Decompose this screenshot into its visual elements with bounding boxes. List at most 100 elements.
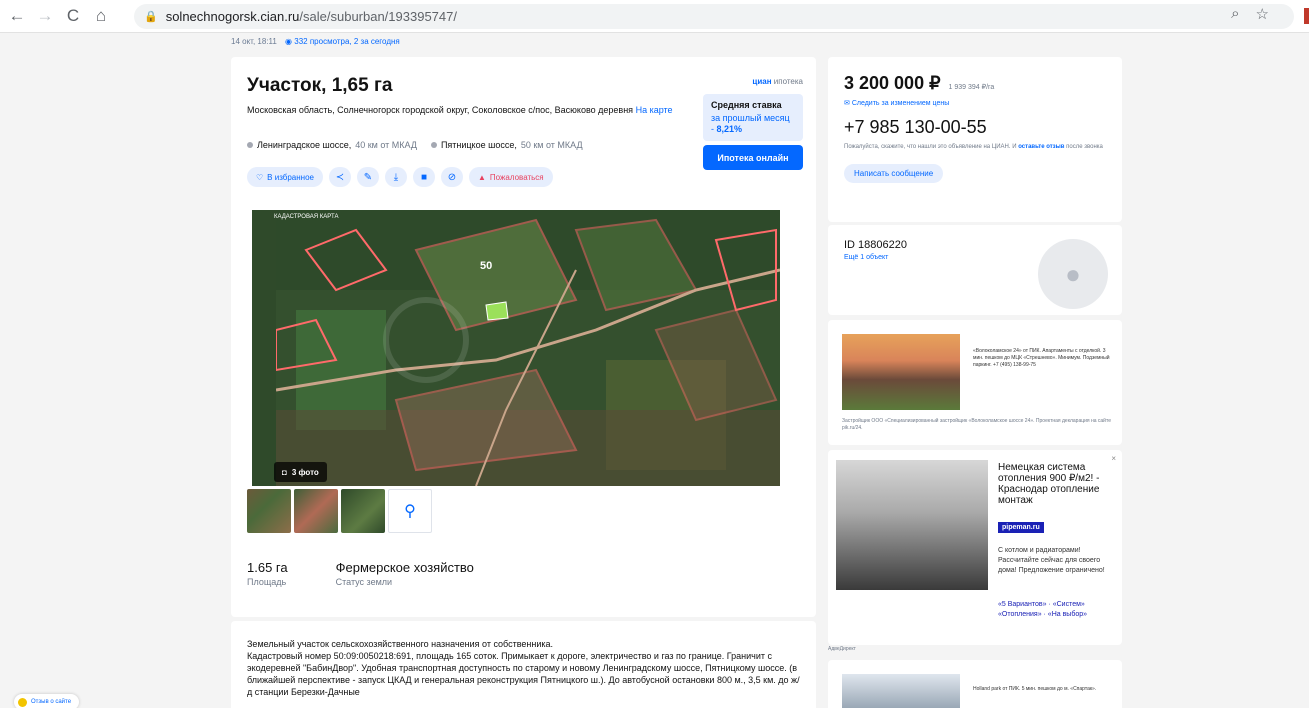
smile-icon	[18, 697, 27, 707]
write-message-button[interactable]: Написать сообщение	[844, 164, 944, 183]
forward-arrow-icon[interactable]: →	[34, 5, 56, 27]
ad-title[interactable]: Немецкая система отопления 900 ₽/м2! - К…	[998, 462, 1116, 506]
description-line: Кадастровый номер 50:09:0050218:691, пло…	[247, 651, 800, 697]
map-label: КАДАСТРОВАЯ КАРТА	[274, 214, 339, 220]
road-name: Пятницкое шоссе,	[440, 140, 517, 150]
road-name: Ленинградское шоссе,	[257, 140, 352, 150]
review-link[interactable]: оставьте отзыв	[1018, 144, 1064, 150]
listing-actions: ♡ В избранное ≺ ✎ ⤓ ■ ⊘ ▲ Пожаловаться	[247, 167, 553, 187]
download-button[interactable]: ⤓	[385, 167, 407, 187]
share-button[interactable]: ≺	[329, 167, 351, 187]
price: 3 200 000 ₽ 1 939 394 ₽/га	[844, 73, 1106, 94]
highway-icon	[247, 142, 253, 148]
ad-banner-holland-park[interactable]: Holland park от ПИК. 5 мин. пешком до м.…	[828, 660, 1122, 708]
photo-thumbnail[interactable]	[294, 489, 338, 533]
ad-body: С котлом и радиаторами! Рассчитайте сейч…	[998, 547, 1105, 574]
extension-icon[interactable]	[1304, 8, 1309, 24]
rate-title: Средняя ставка	[711, 100, 782, 110]
ad-links[interactable]: «5 Вариантов» · «Систем» «Отопления» · «…	[998, 600, 1116, 620]
address-bar[interactable]: 🔒 solnechnogorsk.cian.ru /sale/suburban/…	[134, 4, 1294, 29]
road-distance: 50 км от МКАД	[520, 140, 583, 150]
mortgage-rate-card: Средняя ставка за прошлый месяц - 8,21%	[703, 94, 803, 141]
photo-thumbnail[interactable]	[247, 489, 291, 533]
favorite-button[interactable]: ♡ В избранное	[247, 167, 323, 187]
fact-value: 1.65 га	[247, 560, 288, 575]
listing-views[interactable]: 332 просмотра, 2 за сегодня	[294, 37, 399, 46]
feedback-label: Отзыв о сайте	[31, 699, 72, 705]
phone-note-text: Пожалуйста, скажите, что нашли это объяв…	[844, 144, 1017, 150]
user-icon: ●	[1065, 258, 1081, 289]
logo-brand: циан	[752, 77, 772, 86]
ad-banner-pik[interactable]: «Волоколамское 24» от ПИК. Апартаменты с…	[828, 320, 1122, 445]
photo-count-badge[interactable]: ◘ 3 фото	[274, 462, 327, 482]
page-title: Участок, 1,65 га	[247, 75, 393, 96]
rate-percent: 8,21%	[716, 124, 743, 134]
photo-thumbnails: ⚲	[247, 489, 432, 533]
browser-toolbar: ← → C ⌂ 🔒 solnechnogorsk.cian.ru /sale/s…	[0, 0, 1309, 33]
highway-icon	[430, 142, 437, 148]
envelope-icon: ✉	[844, 100, 850, 107]
lock-icon: 🔒	[144, 11, 158, 23]
heart-icon: ♡	[256, 172, 264, 182]
phone-number[interactable]: +7 985 130-00-55	[844, 117, 1106, 138]
map-thumbnail[interactable]: ⚲	[388, 489, 432, 533]
agent-card: ID 18806220 Ещё 1 объект ●	[828, 225, 1122, 315]
fact-land-status: Фермерское хозяйство Статус земли	[336, 560, 474, 587]
share-icon: ≺	[335, 171, 345, 183]
avatar: ●	[1038, 239, 1108, 309]
photo-thumbnail[interactable]	[341, 489, 385, 533]
eye-off-icon: ⊘	[447, 171, 457, 183]
price-watch-label: Следить за изменением цены	[851, 100, 950, 107]
ad-image	[842, 334, 960, 410]
mortgage-online-button[interactable]: Ипотека онлайн	[703, 145, 803, 170]
ad-domain-badge[interactable]: pipeman.ru	[998, 522, 1044, 533]
address-text: Московская область, Солнечногорск городс…	[247, 105, 634, 115]
feedback-button[interactable]: Отзыв о сайте	[14, 694, 80, 708]
ad-footer: Застройщик ООО «Специализированный застр…	[842, 418, 1111, 431]
back-arrow-icon[interactable]: ←	[6, 5, 28, 27]
phone-note-end: после звонка	[1066, 144, 1103, 150]
listing-card: Участок, 1,65 га Московская область, Сол…	[231, 57, 816, 617]
road-item: Ленинградское шоссе, 40 км от МКАД	[247, 140, 417, 150]
price-per-unit: 1 939 394 ₽/га	[948, 84, 995, 91]
reload-icon[interactable]: C	[62, 5, 84, 27]
note-button[interactable]: ✎	[357, 167, 379, 187]
fact-area: 1.65 га Площадь	[247, 560, 288, 587]
map-pin-icon: ⚲	[404, 503, 416, 520]
listing-facts: 1.65 га Площадь Фермерское хозяйство Ста…	[247, 560, 474, 587]
listing-photo[interactable]: КАДАСТРОВАЯ КАРТА 50 ◘ 3 фото	[252, 210, 780, 486]
map-link[interactable]: На карте	[636, 105, 673, 115]
url-path: /sale/suburban/193395747/	[299, 9, 457, 24]
price-watch-link[interactable]: ✉ Следить за изменением цены	[844, 99, 1106, 107]
cian-ipoteka-logo: циан ипотека	[703, 77, 803, 86]
eye-icon: ◉	[285, 37, 293, 46]
download-icon: ⤓	[393, 171, 399, 183]
ad-source-label: АдвеДирект	[828, 646, 856, 652]
listing-date: 14 окт, 18:11	[231, 37, 277, 46]
print-button[interactable]: ■	[413, 167, 435, 187]
ad-banner-heating[interactable]: Немецкая система отопления 900 ₽/м2! - К…	[828, 450, 1122, 645]
fact-label: Статус земли	[335, 577, 393, 587]
ad-image	[836, 460, 988, 590]
close-icon[interactable]: ×	[1111, 454, 1116, 463]
ad-text: Holland park от ПИК. 5 мин. пешком до м.…	[973, 686, 1097, 692]
report-label: Пожаловаться	[489, 172, 544, 182]
favorite-label: В избранное	[267, 172, 314, 182]
zoom-icon[interactable]: ⌕	[1231, 5, 1239, 23]
report-button[interactable]: ▲ Пожаловаться	[469, 167, 553, 187]
ad-image	[842, 674, 960, 708]
printer-icon: ■	[420, 171, 428, 183]
warning-icon: ▲	[478, 172, 486, 182]
phone-note: Пожалуйста, скажите, что нашли это объяв…	[844, 143, 1114, 152]
hide-button[interactable]: ⊘	[441, 167, 463, 187]
home-icon[interactable]: ⌂	[90, 5, 112, 27]
mortgage-widget: циан ипотека Средняя ставка за прошлый м…	[703, 77, 803, 170]
listing-meta: 14 окт, 18:11 ◉ 332 просмотра, 2 за сего…	[231, 37, 400, 46]
fact-value: Фермерское хозяйство	[335, 560, 474, 575]
road-distance: 40 км от МКАД	[355, 140, 417, 150]
price-value: 3 200 000 ₽	[844, 73, 941, 93]
listing-description: Земельный участок сельскохозяйственного …	[231, 621, 816, 708]
bookmark-star-icon[interactable]: ☆	[1256, 5, 1269, 23]
rate-value: за прошлый месяц - 8,21%	[711, 113, 795, 135]
cadastral-map-image	[276, 210, 780, 486]
